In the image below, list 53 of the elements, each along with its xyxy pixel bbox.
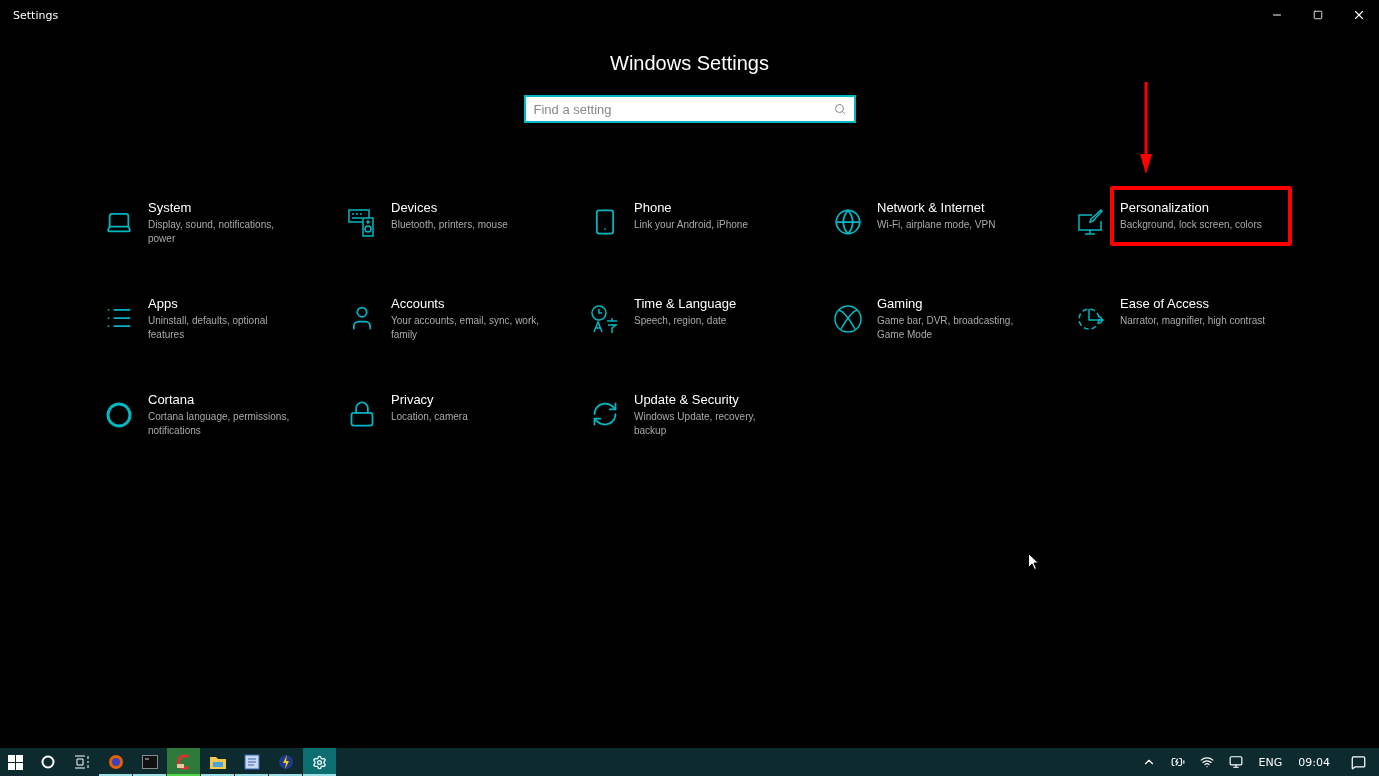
category-description: Link your Android, iPhone [634, 218, 749, 232]
category-title[interactable]: Network & Internet [877, 200, 1027, 215]
lock-icon [348, 400, 376, 428]
battery-icon [1170, 755, 1185, 769]
category-description: Bluetooth, printers, mouse [391, 218, 509, 232]
category-title[interactable]: Ease of Access [1120, 296, 1270, 311]
search-field[interactable]: Find a setting [523, 95, 856, 123]
clock-letters-icon [590, 304, 620, 334]
windows-logo-icon [7, 754, 23, 770]
category-description: Game bar, DVR, broadcasting, Game Mode [877, 314, 1015, 342]
category-description: Cortana language, permissions, notifications [148, 410, 291, 438]
ring-icon [104, 400, 134, 430]
category-title[interactable]: Time & Language [634, 296, 784, 311]
category-description: Wi-Fi, airplane mode, VPN [877, 218, 997, 232]
refresh-icon [591, 400, 619, 428]
gear-icon [312, 754, 327, 770]
lightning-icon [277, 754, 294, 770]
search-icon [833, 103, 846, 115]
category-title[interactable]: Apps [148, 296, 298, 311]
category-description: Narrator, magnifier, high contrast [1120, 314, 1267, 328]
monitor-brush-icon [1076, 208, 1106, 238]
category-title[interactable]: Accounts [391, 296, 541, 311]
task-view-icon [73, 755, 90, 769]
category-title[interactable]: Personalization [1120, 200, 1280, 215]
category-title[interactable]: Cortana [148, 392, 298, 407]
monitor-icon [1228, 755, 1243, 769]
speech-bubble-icon [1350, 754, 1366, 770]
page-heading: Windows Settings [610, 52, 769, 75]
window-title: Settings [13, 8, 59, 22]
language-indicator[interactable]: ENG [1250, 755, 1291, 769]
category-title[interactable]: Phone [634, 200, 784, 215]
category-title[interactable]: System [148, 200, 298, 215]
category-title[interactable]: Devices [391, 200, 541, 215]
document-icon [243, 754, 260, 770]
category-description: Speech, region, date [634, 314, 728, 328]
category-description: Display, sound, notifications, power [148, 218, 275, 246]
restore-icon [1312, 10, 1323, 20]
category-title[interactable]: Privacy [391, 392, 541, 407]
category-description: Background, lock screen, colors [1120, 218, 1263, 232]
category-description: Uninstall, defaults, optional features [148, 314, 269, 342]
category-description: Location, camera [391, 410, 469, 424]
category-description: Your accounts, email, sync, work, family [391, 314, 541, 342]
category-description: Windows Update, recovery, backup [634, 410, 757, 438]
wifi-icon [1199, 755, 1214, 769]
circle-icon [40, 755, 55, 769]
keyboard-speaker-icon [347, 208, 377, 238]
terminal-icon [141, 755, 158, 769]
globe-icon [834, 208, 862, 236]
mouse-pointer-icon [1028, 553, 1039, 570]
category-title[interactable]: Update & Security [634, 392, 784, 407]
clock[interactable]: 09:04 [1290, 755, 1338, 769]
folder-icon [209, 755, 226, 769]
category-title[interactable]: Gaming [877, 296, 1027, 311]
